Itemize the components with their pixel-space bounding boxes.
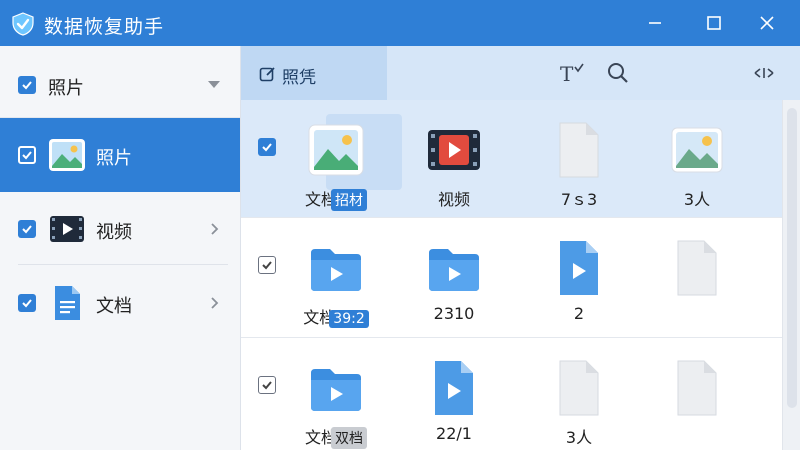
sidebar-divider bbox=[18, 264, 228, 265]
shield-check-icon bbox=[12, 12, 34, 36]
file-grid: 文档招材 视频 7ｓ3 3人 文档39:2 2310 2 文档双档 22/1 3… bbox=[241, 100, 782, 450]
checkmark-icon bbox=[22, 151, 32, 160]
maximize-button[interactable] bbox=[697, 6, 731, 40]
blank-file-icon bbox=[665, 236, 729, 300]
image-file-icon bbox=[304, 118, 368, 182]
edit-icon bbox=[259, 67, 275, 82]
category-dropdown[interactable]: 照片 bbox=[0, 46, 240, 118]
file-caption: 22/1 bbox=[436, 424, 472, 443]
file-item[interactable]: 3人 bbox=[637, 100, 757, 218]
video-file-icon bbox=[547, 236, 611, 300]
image-file-icon bbox=[665, 118, 729, 182]
grid-row: 文档招材 视频 7ｓ3 3人 bbox=[241, 100, 782, 218]
file-caption: 3人 bbox=[565, 428, 593, 447]
sidebar-item-label: 照片 bbox=[96, 148, 132, 169]
file-badge: 招材 bbox=[331, 189, 367, 211]
checkmark-icon bbox=[22, 299, 32, 308]
search-icon[interactable] bbox=[606, 61, 630, 85]
sidebar-item-documents[interactable]: 文档 bbox=[0, 266, 240, 340]
file-caption: 3人 bbox=[683, 190, 711, 209]
row-checkbox[interactable] bbox=[258, 256, 276, 274]
blank-file-icon bbox=[665, 356, 729, 420]
file-caption: 2 bbox=[573, 304, 585, 323]
file-item[interactable]: 文档招材 bbox=[276, 100, 402, 218]
file-item[interactable] bbox=[637, 338, 757, 450]
file-badge: 39:2 bbox=[329, 310, 369, 328]
tab-preview-label: 照凭 bbox=[282, 68, 316, 88]
video-folder-icon bbox=[422, 236, 486, 300]
file-item[interactable]: 文档39:2 bbox=[276, 218, 396, 336]
blank-file-icon bbox=[547, 118, 611, 182]
scrollbar-thumb[interactable] bbox=[787, 108, 797, 408]
maximize-icon bbox=[707, 16, 721, 30]
documents-checkbox[interactable] bbox=[18, 294, 36, 312]
vertical-scrollbar[interactable] bbox=[782, 100, 800, 450]
minimize-icon bbox=[649, 22, 661, 24]
file-badge: 双档 bbox=[331, 427, 367, 449]
row-checkbox[interactable] bbox=[258, 138, 276, 156]
file-caption: 2310 bbox=[433, 304, 475, 323]
chevron-right-icon bbox=[211, 297, 219, 309]
sidebar-item-label: 文档 bbox=[96, 296, 132, 317]
file-item[interactable]: 2310 bbox=[394, 218, 514, 336]
videos-checkbox[interactable] bbox=[18, 220, 36, 238]
svg-text:T: T bbox=[560, 62, 574, 85]
file-item[interactable] bbox=[637, 218, 757, 336]
video-file-icon bbox=[422, 118, 486, 182]
sidebar-item-videos[interactable]: 视频 bbox=[0, 192, 240, 266]
grid-row: 文档39:2 2310 2 bbox=[241, 218, 782, 338]
expand-arrows-icon[interactable] bbox=[752, 61, 776, 85]
file-item[interactable]: 3人 bbox=[519, 338, 639, 450]
photos-checkbox[interactable] bbox=[18, 146, 36, 164]
file-caption: 7ｓ3 bbox=[560, 190, 598, 209]
file-caption: 视频 bbox=[437, 190, 470, 209]
file-item[interactable]: 视频 bbox=[394, 100, 514, 218]
video-file-icon bbox=[422, 356, 486, 420]
checkmark-icon bbox=[262, 143, 272, 152]
close-button[interactable] bbox=[750, 6, 784, 40]
caret-down-icon bbox=[208, 81, 220, 88]
close-icon bbox=[760, 16, 774, 30]
checkmark-icon bbox=[262, 381, 272, 390]
photo-icon bbox=[49, 139, 85, 171]
file-item[interactable]: 2 bbox=[519, 218, 639, 336]
file-item[interactable]: 7ｓ3 bbox=[519, 100, 639, 218]
checkmark-icon bbox=[262, 261, 272, 270]
sidebar-item-label: 视频 bbox=[96, 222, 132, 243]
sidebar-item-photos[interactable]: 照片 bbox=[0, 118, 240, 192]
app-title: 数据恢复助手 bbox=[44, 16, 165, 38]
checkmark-icon bbox=[22, 225, 32, 234]
sidebar: 照片 照片 视频 文档 bbox=[0, 46, 241, 450]
blank-file-icon bbox=[547, 356, 611, 420]
file-item[interactable]: 22/1 bbox=[394, 338, 514, 450]
document-icon bbox=[55, 286, 80, 320]
category-dropdown-label: 照片 bbox=[48, 78, 84, 99]
chevron-right-icon bbox=[211, 223, 219, 235]
video-icon bbox=[50, 216, 84, 242]
video-folder-icon bbox=[304, 236, 368, 300]
select-all-checkbox[interactable] bbox=[18, 76, 36, 94]
video-folder-icon bbox=[304, 356, 368, 420]
main-toolbar: 照凭 T bbox=[241, 46, 800, 100]
title-bar: 数据恢复助手 bbox=[0, 0, 800, 46]
file-item[interactable]: 文档双档 bbox=[276, 338, 396, 450]
row-checkbox[interactable] bbox=[258, 376, 276, 394]
minimize-button[interactable] bbox=[638, 6, 672, 40]
tab-preview[interactable]: 照凭 bbox=[241, 46, 387, 100]
checkmark-icon bbox=[22, 81, 32, 90]
text-resize-icon[interactable]: T bbox=[558, 61, 586, 85]
grid-row: 文档双档 22/1 3人 bbox=[241, 338, 782, 450]
